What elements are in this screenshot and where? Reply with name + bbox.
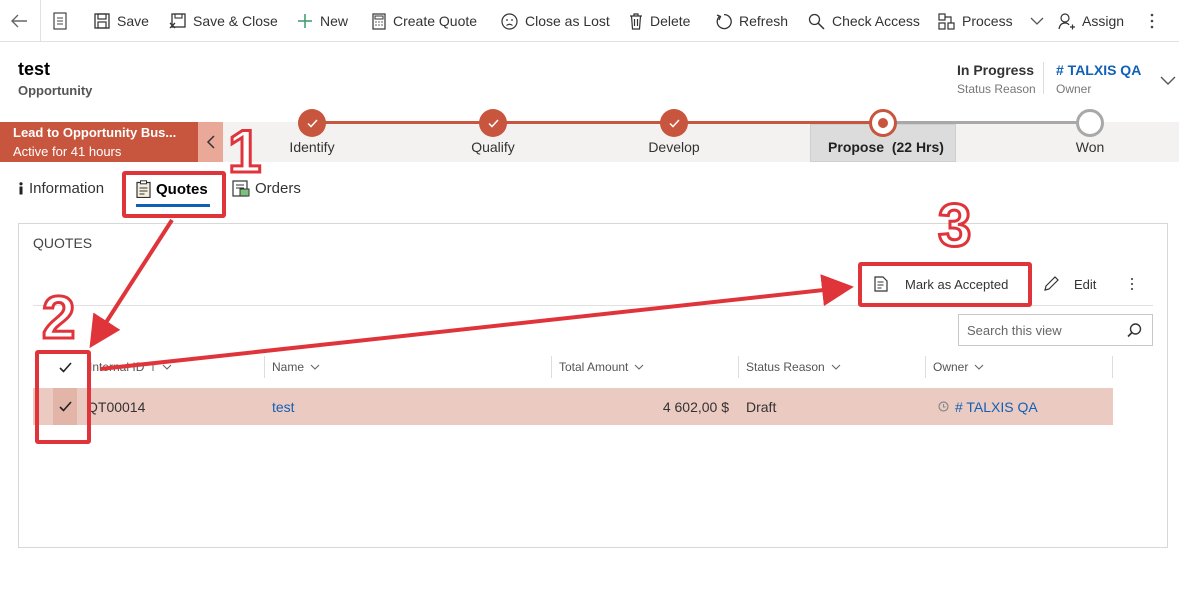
annotation-arrow-tab-to-row xyxy=(89,218,174,349)
annotation-number-1: 1 xyxy=(228,118,261,185)
annotation-number-3: 3 xyxy=(938,192,971,259)
annotation-overlay: 1 2 3 xyxy=(41,117,973,371)
annotation-arrow-row-to-button xyxy=(99,274,854,371)
opportunity-form: Save Save & Close New Create Quote Close… xyxy=(0,0,1179,593)
annotation-number-2: 2 xyxy=(42,284,75,351)
